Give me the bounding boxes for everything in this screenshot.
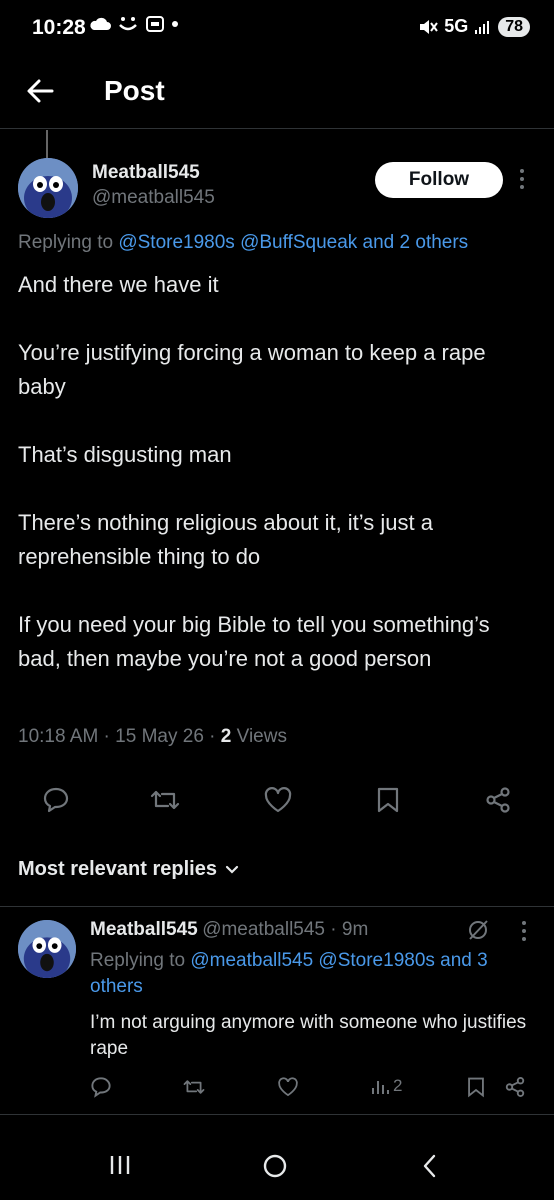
reply-like-button[interactable] [277,1076,299,1103]
reply-avatar[interactable] [18,920,76,978]
repost-icon [183,1080,205,1094]
share-button[interactable] [484,786,512,819]
comment-icon [91,1077,111,1098]
reply-repost-button[interactable] [183,1076,205,1103]
bookmark-icon [468,1077,484,1098]
post-actions [0,786,554,818]
arrow-left-icon [27,79,54,103]
back-button[interactable] [26,78,54,109]
post-paragraph: And there we have it [18,272,219,297]
chevron-down-icon [225,865,239,874]
reply-header: Meatball545 @meatball545 · 9m [90,919,368,941]
post-paragraph: There’s nothing religious about it, it’s… [18,510,433,569]
page-title: Post [104,75,165,106]
author-handle[interactable]: @meatball545 [92,187,215,209]
comment-icon [43,787,69,813]
network-label: 5G [444,16,469,36]
post-paragraph: You’re justifying forcing a woman to kee… [18,340,486,399]
home-button[interactable] [262,1153,288,1184]
avatar-image [18,158,78,218]
home-icon [263,1154,287,1178]
status-right: 5G 78 [418,16,530,37]
cloud-icon [90,17,111,30]
reply-bookmark-button[interactable] [466,1076,486,1103]
replying-to: Replying to @Store1980s @BuffSqueak and … [18,232,468,254]
replies-sort-dropdown[interactable]: Most relevant replies [18,858,239,881]
replying-prefix: Replying to [18,232,119,253]
repost-button[interactable] [150,786,180,819]
grok-icon[interactable] [466,918,490,947]
replies-divider [0,906,554,907]
recents-icon [110,1156,130,1174]
reply-share-button[interactable] [504,1076,526,1103]
views-label[interactable]: Views [231,726,287,747]
post-body: And there we have it You’re justifying f… [18,268,538,710]
system-nav-bar [0,1138,554,1200]
signal-icon [475,20,490,34]
like-button[interactable] [263,786,293,819]
reply-replying-prefix: Replying to [90,950,191,971]
views-icon [372,1081,389,1094]
replies-sort-label: Most relevant replies [18,858,217,880]
reply-comment-button[interactable] [90,1076,112,1103]
post-timestamp: 10:18 AM · 15 May 26 · [18,726,221,747]
thread-line [46,130,48,158]
reply-button[interactable] [42,786,70,819]
follow-button[interactable]: Follow [375,162,503,198]
reply-views-count: 2 [393,1076,403,1095]
share-icon [486,787,510,813]
battery-badge: 78 [498,16,530,37]
repost-icon [150,790,180,810]
header-divider [0,128,554,129]
share-icon [505,1077,525,1097]
status-time: 10:28 [32,16,86,39]
recents-button[interactable] [108,1153,132,1182]
avatar[interactable] [18,158,78,218]
heart-icon [278,1077,298,1097]
reply-actions: 2 [0,1076,554,1104]
top-bar: Post [0,58,554,128]
app-notification-icon [146,16,164,32]
views-count[interactable]: 2 [221,726,232,747]
bookmark-button[interactable] [375,786,401,819]
system-back-button[interactable] [420,1153,440,1184]
reply-replying-to: Replying to @meatball545 @Store1980s and… [90,948,535,1000]
mute-icon [420,19,438,34]
bookmark-icon [377,787,399,813]
post-meta: 10:18 AM · 15 May 26 · 2 Views [18,726,287,748]
smiley-icon [119,17,137,31]
status-bar: 10:28 5G 78 [0,0,554,58]
post-paragraph: That’s disgusting man [18,442,232,467]
chevron-left-icon [423,1154,436,1178]
reply-more-options-icon[interactable] [520,920,528,947]
reply-divider [0,1114,554,1115]
heart-icon [264,787,292,813]
more-options-icon[interactable] [518,168,526,196]
dot-icon [172,21,178,27]
reply-author-name[interactable]: Meatball545 [90,919,198,940]
replying-links[interactable]: @Store1980s @BuffSqueak and 2 others [118,232,468,253]
reply-body: I’m not arguing anymore with someone who… [90,1012,527,1059]
reply-avatar-image [18,920,76,978]
reply-views-button[interactable]: 2 [370,1076,402,1096]
status-notification-icons [89,15,179,33]
author-name[interactable]: Meatball545 [92,162,200,184]
reply-author-handle[interactable]: @meatball545 · 9m [202,919,368,940]
post-paragraph: If you need your big Bible to tell you s… [18,612,490,671]
